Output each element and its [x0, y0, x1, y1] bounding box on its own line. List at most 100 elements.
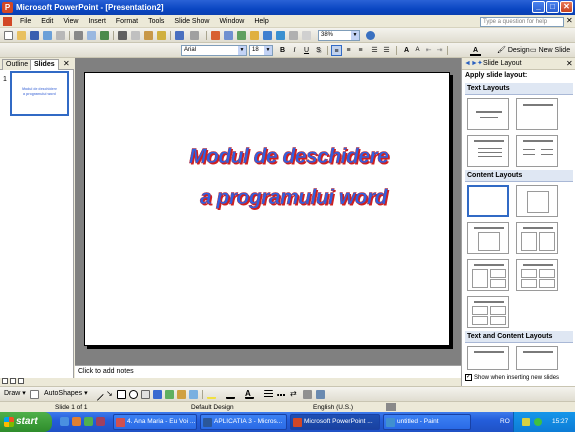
tab-outline[interactable]: Outline — [2, 59, 33, 70]
taskbar-button-winamp[interactable]: 4. Ana Maria - Eu Voi ... — [113, 414, 197, 430]
layout-four-content-alt[interactable] — [467, 296, 509, 328]
menu-insert[interactable]: Insert — [83, 18, 111, 25]
align-center-button[interactable]: ≡ — [343, 45, 354, 56]
start-button[interactable]: start — [0, 412, 52, 432]
maximize-button[interactable]: □ — [546, 1, 559, 13]
show-desktop-icon[interactable] — [84, 417, 93, 426]
clip-art-icon[interactable] — [177, 390, 186, 399]
email-icon[interactable] — [56, 31, 65, 40]
design-button[interactable]: 🖌 Design — [497, 45, 530, 56]
insert-wordart-icon[interactable] — [250, 31, 259, 40]
wordart-icon[interactable] — [153, 390, 162, 399]
minimize-button[interactable]: _ — [532, 1, 545, 13]
back-icon[interactable]: ◄ — [464, 59, 471, 69]
spelling-icon[interactable] — [100, 31, 109, 40]
expand-all-icon[interactable] — [289, 31, 298, 40]
tab-slides[interactable]: Slides — [30, 59, 59, 70]
undo-icon[interactable] — [175, 31, 184, 40]
numbering-button[interactable]: ☰ — [369, 45, 380, 56]
document-close-icon[interactable]: ✕ — [566, 16, 573, 25]
internet-explorer-icon[interactable] — [60, 417, 69, 426]
slide-title-line1[interactable]: Modul de deschidere — [189, 145, 389, 169]
menu-edit[interactable]: Edit — [36, 18, 58, 25]
dash-style-icon[interactable] — [277, 394, 286, 396]
checkbox-checked-icon[interactable]: ✓ — [465, 374, 472, 381]
open-icon[interactable] — [17, 31, 26, 40]
cut-icon[interactable] — [118, 31, 127, 40]
arrow-style-icon[interactable]: ⇄ — [290, 390, 299, 399]
slide-show-view-icon[interactable] — [18, 378, 24, 384]
underline-button[interactable]: U — [301, 45, 312, 56]
bullets-button[interactable]: ☰ — [381, 45, 392, 56]
3d-style-icon[interactable] — [316, 390, 325, 399]
tray-icon[interactable] — [522, 418, 530, 426]
redo-icon[interactable] — [190, 31, 199, 40]
select-objects-icon[interactable] — [30, 390, 39, 399]
close-icon[interactable]: ✕ — [63, 58, 70, 70]
menu-window[interactable]: Window — [214, 18, 249, 25]
rectangle-icon[interactable] — [117, 390, 126, 399]
home-icon[interactable]: ✦ — [477, 59, 483, 69]
text-box-icon[interactable] — [141, 390, 150, 399]
fill-color-icon[interactable] — [207, 390, 216, 399]
font-color-icon[interactable]: A — [245, 390, 254, 399]
layout-title-only[interactable] — [516, 98, 558, 130]
italic-button[interactable]: I — [289, 45, 300, 56]
align-left-button[interactable]: ≡ — [331, 45, 342, 56]
show-when-inserting-option[interactable]: ✓ Show when inserting new slides — [465, 374, 559, 381]
slide-sorter-view-icon[interactable] — [10, 378, 16, 384]
autoshapes-menu-button[interactable]: AutoShapes ▾ — [44, 388, 88, 399]
save-icon[interactable] — [30, 31, 39, 40]
new-icon[interactable] — [4, 31, 13, 40]
shadow-style-icon[interactable] — [303, 390, 312, 399]
shadow-button[interactable]: S — [313, 45, 324, 56]
quick-launch-icon[interactable] — [96, 417, 105, 426]
taskbar-button-powerpoint[interactable]: Microsoft PowerPoint ... — [290, 414, 380, 430]
layout-title-content-text[interactable] — [516, 346, 558, 370]
print-preview-icon[interactable] — [87, 31, 96, 40]
align-right-button[interactable]: ≡ — [355, 45, 366, 56]
layout-title-content[interactable] — [467, 222, 509, 254]
insert-chart-icon[interactable] — [211, 31, 220, 40]
layout-title-two-content[interactable] — [516, 222, 558, 254]
menu-tools[interactable]: Tools — [143, 18, 169, 25]
menu-view[interactable]: View — [58, 18, 83, 25]
draw-menu-button[interactable]: Draw ▾ — [4, 388, 26, 399]
increase-font-button[interactable]: A — [401, 45, 412, 56]
copy-icon[interactable] — [131, 31, 140, 40]
network-icon[interactable] — [534, 418, 542, 426]
paste-icon[interactable] — [144, 31, 153, 40]
slide-thumbnail[interactable]: Modul de deschidere a programului word — [10, 71, 69, 116]
zoom-select[interactable]: 38% ▼ — [318, 30, 360, 41]
new-slide-button[interactable]: ▭ New Slide — [530, 45, 570, 56]
menu-help[interactable]: Help — [249, 18, 273, 25]
line-style-icon[interactable] — [264, 390, 273, 399]
layout-title-four-content[interactable] — [516, 259, 558, 291]
slide-canvas[interactable]: Modul de deschidere a programului word — [84, 72, 450, 346]
decrease-indent-button[interactable]: ⇤ — [423, 45, 434, 56]
slide-title-line2[interactable]: a programului word — [200, 186, 388, 210]
insert-picture-icon[interactable] — [263, 31, 272, 40]
menu-slide-show[interactable]: Slide Show — [169, 18, 214, 25]
insert-hyperlink-icon[interactable] — [276, 31, 285, 40]
layout-blank[interactable] — [467, 185, 509, 217]
diagram-icon[interactable] — [165, 390, 174, 399]
layout-title-slide[interactable] — [467, 98, 509, 130]
insert-table-icon[interactable] — [224, 31, 233, 40]
font-color-button[interactable]: A — [470, 45, 481, 56]
tables-borders-icon[interactable] — [237, 31, 246, 40]
taskbar-button-paint[interactable]: untitled - Paint — [383, 414, 471, 430]
language-indicator[interactable]: RO — [500, 412, 510, 432]
font-select[interactable]: Arial ▼ — [181, 45, 247, 56]
decrease-font-button[interactable]: A — [412, 45, 423, 56]
print-icon[interactable] — [74, 31, 83, 40]
menu-file[interactable]: File — [15, 18, 36, 25]
close-icon[interactable]: ✕ — [566, 58, 573, 70]
layout-two-column-text[interactable] — [516, 135, 558, 167]
document-icon[interactable] — [3, 17, 12, 26]
show-formatting-icon[interactable] — [302, 31, 311, 40]
format-painter-icon[interactable] — [157, 31, 166, 40]
layout-content[interactable] — [516, 185, 558, 217]
task-pane-title[interactable]: Slide Layout — [483, 58, 522, 70]
oval-icon[interactable] — [129, 390, 138, 399]
